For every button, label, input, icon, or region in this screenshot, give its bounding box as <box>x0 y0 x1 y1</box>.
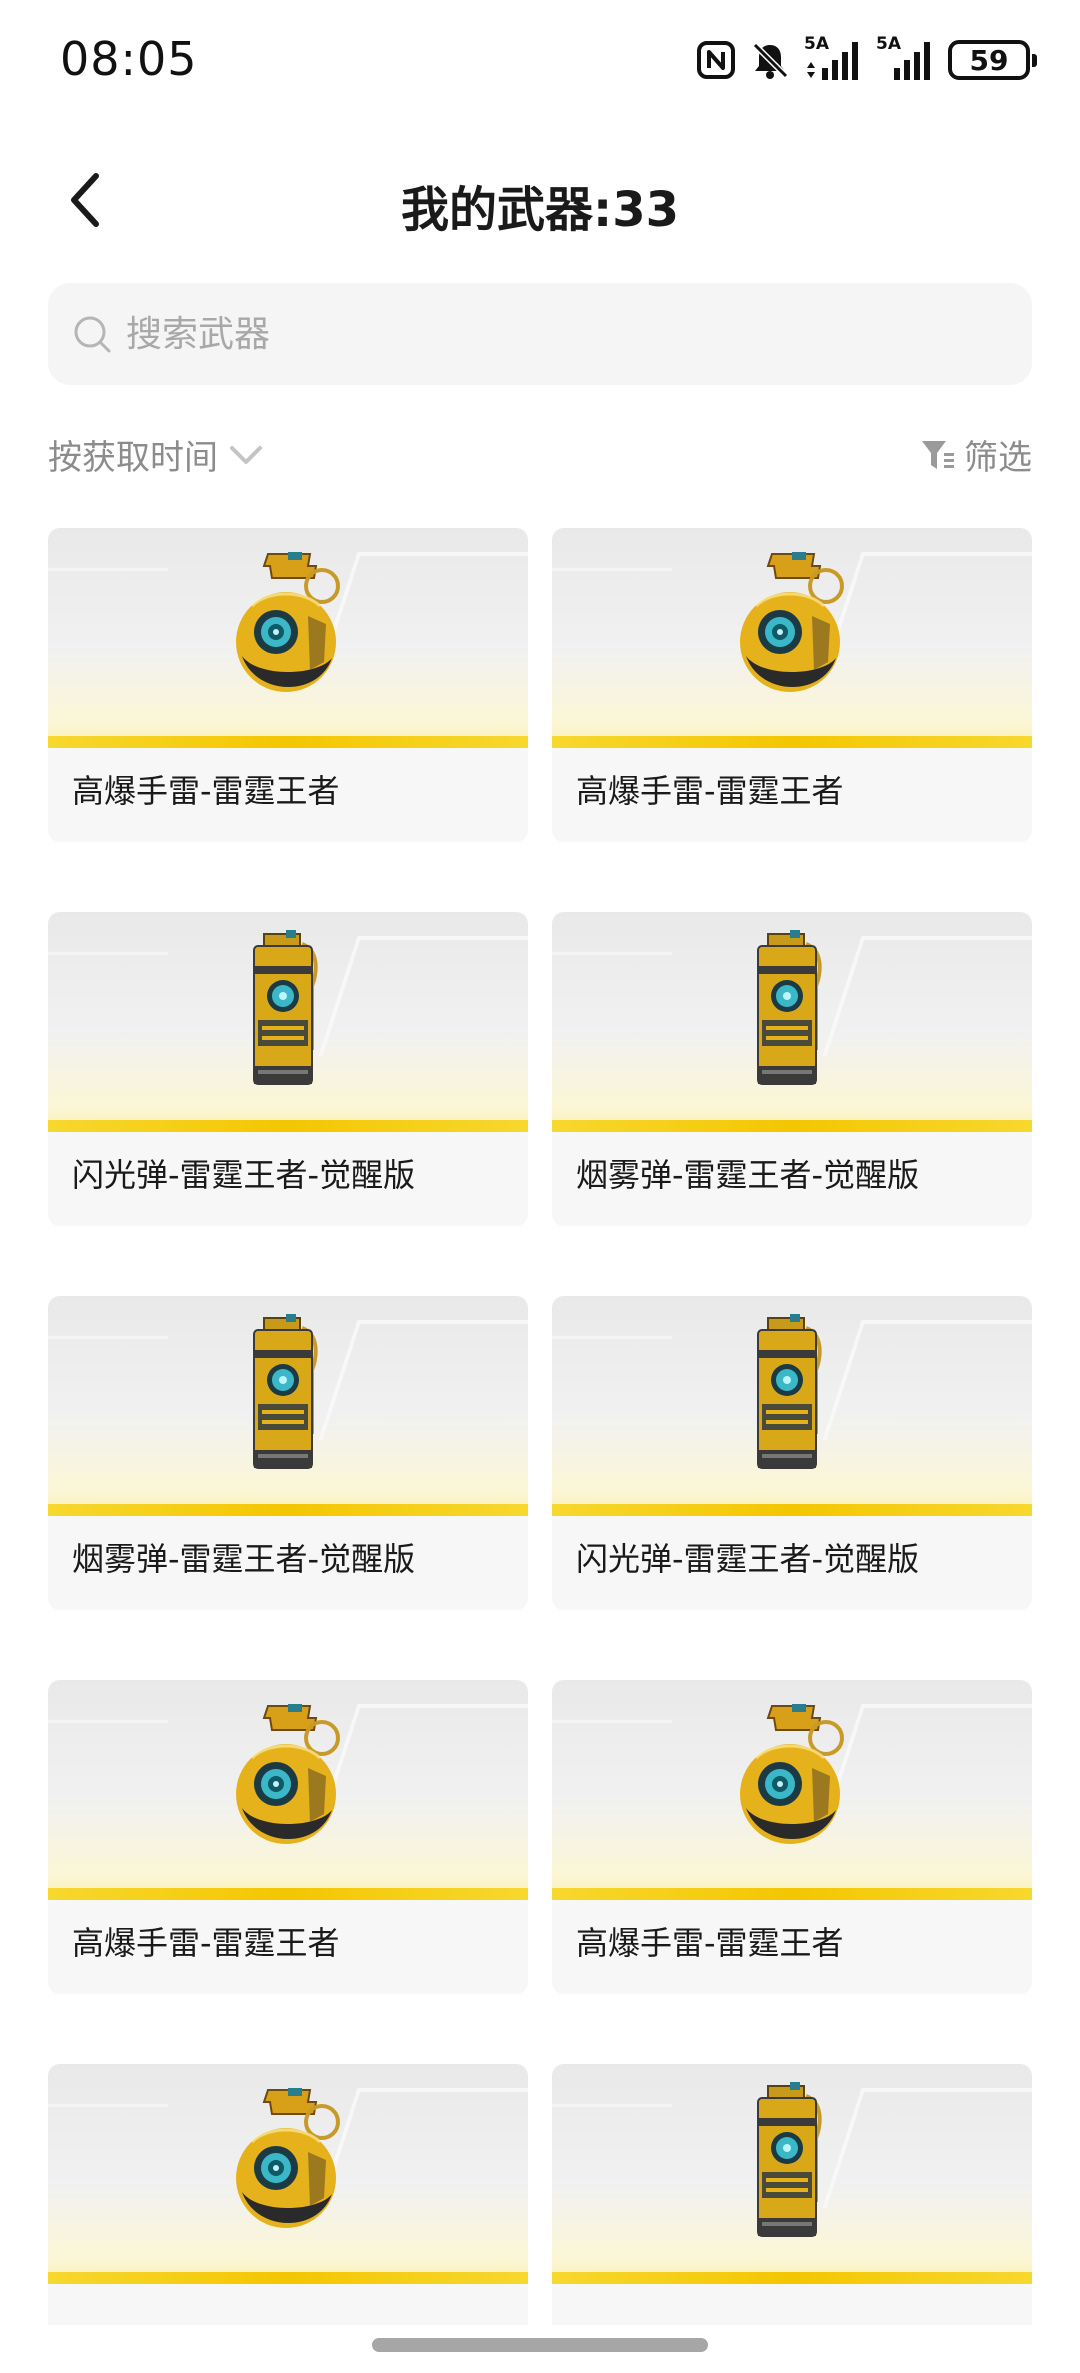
weapon-card[interactable] <box>552 2064 1032 2325</box>
filter-icon <box>922 440 954 469</box>
canister-icon <box>253 1314 318 1469</box>
canister-icon <box>757 930 822 1085</box>
signal-2: 5A <box>876 34 934 82</box>
weapon-name: 高爆手雷-雷霆王者 <box>576 772 844 810</box>
header: 我的武器:33 <box>0 140 1080 260</box>
weapon-name: 高爆手雷-雷霆王者 <box>72 772 340 810</box>
filter-button[interactable]: 筛选 <box>920 430 1032 479</box>
weapon-card[interactable]: 闪光弹-雷霆王者-觉醒版 <box>48 912 528 1226</box>
grenade-icon <box>236 552 340 692</box>
weapon-name: 高爆手雷-雷霆王者 <box>576 1924 844 1962</box>
sort-label: 按获取时间 <box>48 438 218 478</box>
signal-icon <box>807 42 858 80</box>
battery-icon: 59 <box>948 40 1037 80</box>
search-icon <box>74 316 111 353</box>
status-time: 08:05 <box>60 32 198 86</box>
weapon-image <box>48 912 528 1132</box>
weapon-card[interactable]: 高爆手雷-雷霆王者 <box>48 1680 528 1994</box>
signal-icon <box>894 42 930 80</box>
filter-label: 筛选 <box>964 438 1032 478</box>
weapon-name: 高爆手雷-雷霆王者 <box>72 1924 340 1962</box>
weapon-card[interactable]: 烟雾弹-雷霆王者-觉醒版 <box>48 1296 528 1610</box>
search-bar[interactable] <box>48 283 1032 385</box>
weapon-image <box>552 1680 1032 1900</box>
weapon-image <box>48 2064 528 2284</box>
canister-icon <box>253 930 318 1085</box>
weapon-card[interactable]: 烟雾弹-雷霆王者-觉醒版 <box>552 912 1032 1226</box>
weapon-card[interactable]: 高爆手雷-雷霆王者 <box>48 528 528 842</box>
nfc-icon <box>697 41 735 79</box>
weapon-image <box>552 528 1032 748</box>
weapon-grid: 高爆手雷-雷霆王者 高爆手雷-雷霆王者 闪光弹-雷霆王者-觉醒版 烟雾弹-雷霆王者-觉… <box>48 528 1032 2325</box>
signal-1: 5A <box>804 34 862 82</box>
search-input[interactable] <box>126 313 926 355</box>
weapon-image <box>48 1680 528 1900</box>
chevron-down-icon <box>230 445 262 464</box>
weapon-image <box>552 1296 1032 1516</box>
page-title: 我的武器:33 <box>401 182 679 238</box>
weapon-card[interactable]: 高爆手雷-雷霆王者 <box>552 1680 1032 1994</box>
weapon-name: 闪光弹-雷霆王者-觉醒版 <box>576 1540 920 1578</box>
grenade-icon <box>236 2088 340 2228</box>
weapon-name: 烟雾弹-雷霆王者-觉醒版 <box>72 1540 416 1578</box>
weapon-image <box>552 2064 1032 2284</box>
weapon-image <box>552 912 1032 1132</box>
grenade-icon <box>236 1704 340 1844</box>
canister-icon <box>757 1314 822 1469</box>
weapon-image <box>48 528 528 748</box>
sort-dropdown[interactable]: 按获取时间 <box>48 430 264 479</box>
weapon-name: 烟雾弹-雷霆王者-觉醒版 <box>576 1156 920 1194</box>
weapon-card[interactable]: 高爆手雷-雷霆王者 <box>552 528 1032 842</box>
weapon-card[interactable]: 闪光弹-雷霆王者-觉醒版 <box>552 1296 1032 1610</box>
bell-muted-icon <box>752 42 789 79</box>
status-bar: 08:05 5A 5A 59 <box>0 0 1080 120</box>
canister-icon <box>757 2082 822 2237</box>
weapon-card[interactable] <box>48 2064 528 2325</box>
grenade-icon <box>740 552 844 692</box>
sort-filter-row: 按获取时间 筛选 <box>48 430 1032 490</box>
grenade-icon <box>740 1704 844 1844</box>
status-icons: 5A 5A 59 <box>696 34 1037 84</box>
battery-level: 59 <box>969 43 1009 77</box>
weapon-image <box>48 1296 528 1516</box>
weapon-name: 闪光弹-雷霆王者-觉醒版 <box>72 1156 416 1194</box>
home-indicator[interactable] <box>372 2338 708 2352</box>
